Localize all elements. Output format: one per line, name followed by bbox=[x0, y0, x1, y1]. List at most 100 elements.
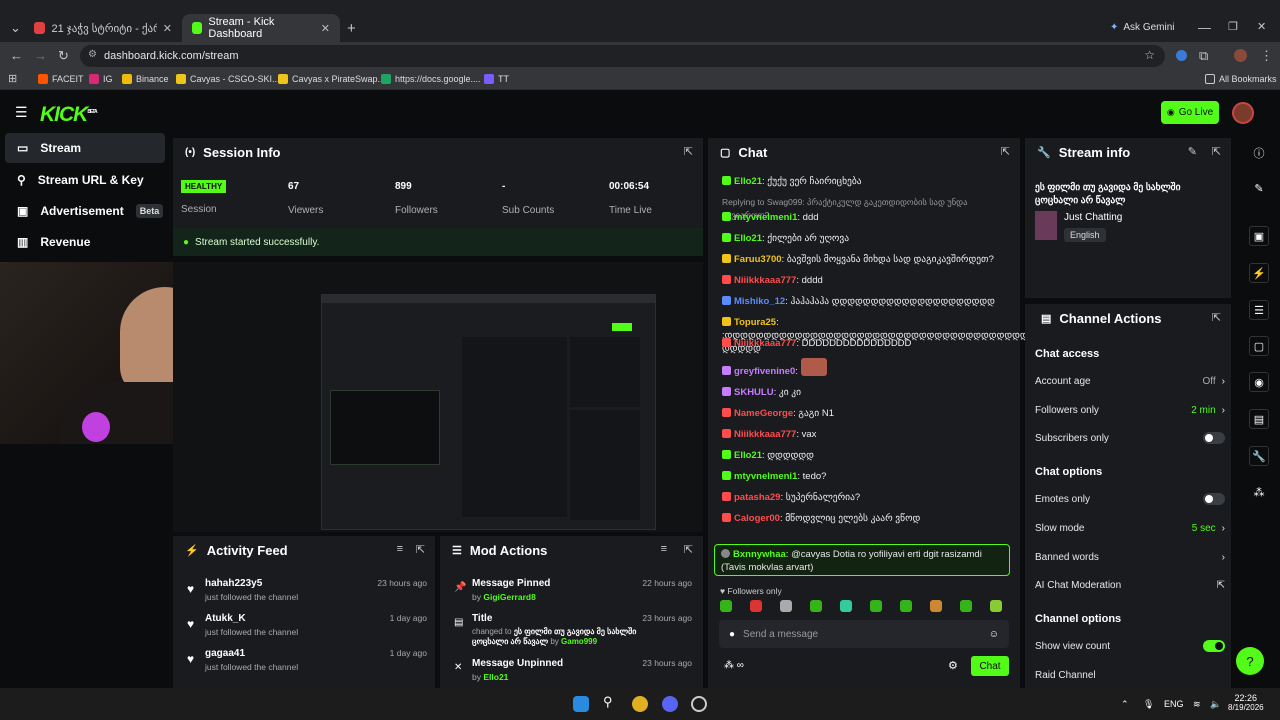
followers-only-row[interactable]: Followers only 2 min › bbox=[1035, 403, 1225, 417]
edit-icon[interactable]: ✎ bbox=[1249, 178, 1269, 198]
slow-mode-row[interactable]: Slow mode 5 sec › bbox=[1035, 521, 1225, 535]
extensions-puzzle-icon[interactable]: ⧉ bbox=[1199, 48, 1208, 64]
maximize-icon[interactable]: ❐ bbox=[1228, 20, 1238, 33]
popout-icon[interactable]: ⇱ bbox=[1212, 145, 1221, 158]
ask-gemini-button[interactable]: ✦ Ask Gemini bbox=[1110, 22, 1175, 33]
banned-words-row[interactable]: Banned words › bbox=[1035, 550, 1225, 564]
chat-username[interactable]: Niiikkkaaa777 bbox=[734, 429, 796, 440]
emote-icon[interactable] bbox=[750, 600, 762, 612]
account-age-row[interactable]: Account age Off › bbox=[1035, 374, 1225, 388]
add-widget-icon[interactable]: ⁂ bbox=[1249, 482, 1269, 502]
bookmark-ig[interactable]: IG bbox=[89, 74, 113, 84]
settings-gear-icon[interactable]: ⚙ bbox=[948, 659, 958, 672]
subscribers-only-toggle[interactable] bbox=[1203, 432, 1225, 444]
sidebar-item-stream[interactable]: ▭ Stream bbox=[5, 133, 165, 163]
bookmark-faceit[interactable]: FACEIT bbox=[38, 74, 84, 84]
bookmark-google-docs[interactable]: https://docs.google.... bbox=[381, 74, 481, 84]
raid-channel-row[interactable]: Raid Channel bbox=[1035, 668, 1225, 682]
emote-icon[interactable] bbox=[990, 600, 1002, 612]
browser-tab-1[interactable]: 21 ჯაჭვ სტრიტი - ქართულ... ✕ bbox=[24, 14, 182, 42]
volume-icon[interactable]: 🔈 bbox=[1210, 699, 1221, 710]
tab-search-icon[interactable]: ⌄ bbox=[10, 20, 21, 36]
edit-pencil-icon[interactable]: ✎ bbox=[1188, 145, 1197, 158]
bookmark-binance[interactable]: Binance bbox=[122, 74, 169, 84]
chat-username[interactable]: patasha29 bbox=[734, 492, 780, 503]
chat-username[interactable]: mtyvnelmeni1 bbox=[734, 471, 797, 482]
chat-username[interactable]: Ello21 bbox=[734, 450, 762, 461]
kick-logo[interactable]: KICKBETA bbox=[40, 103, 98, 127]
microphone-icon[interactable]: 🎙 bbox=[1143, 699, 1154, 710]
sidebar-item-advertisement[interactable]: ▣ Advertisement Beta bbox=[5, 196, 165, 226]
widget-icon[interactable]: ▣ bbox=[1249, 226, 1269, 246]
tray-chevron-icon[interactable]: ⌃ bbox=[1121, 699, 1129, 710]
url-input[interactable]: ⚙ dashboard.kick.com/stream ☆ bbox=[80, 45, 1165, 67]
emote-icon[interactable] bbox=[960, 600, 972, 612]
language-indicator[interactable]: ENG bbox=[1164, 699, 1184, 709]
chat-username[interactable]: Niiikkkaaa777 bbox=[734, 275, 796, 286]
close-icon[interactable]: ✕ bbox=[321, 22, 330, 35]
search-icon[interactable]: ⚲ bbox=[603, 694, 619, 710]
lightning-icon[interactable]: ⚡ bbox=[1249, 263, 1269, 283]
chat-username[interactable]: greyfivenine0 bbox=[734, 366, 795, 377]
wifi-icon[interactable]: ≋ bbox=[1193, 699, 1201, 710]
go-live-button[interactable]: ◉ Go Live bbox=[1161, 101, 1219, 124]
popout-icon[interactable]: ⇱ bbox=[416, 543, 425, 556]
minimize-icon[interactable]: — bbox=[1198, 20, 1211, 35]
clock[interactable]: 22:26 8/19/2026 bbox=[1228, 693, 1264, 712]
forward-icon[interactable]: → bbox=[34, 48, 47, 63]
chat-username[interactable]: Ello21 bbox=[734, 233, 762, 244]
chat-username[interactable]: Topura25 bbox=[734, 317, 776, 328]
bookmark-cavyas-pirate[interactable]: Cavyas x PirateSwap... bbox=[278, 74, 385, 84]
emote-icon[interactable] bbox=[900, 600, 912, 612]
bookmark-cavyas-csgo[interactable]: Cavyas - CSGO-SKI... bbox=[176, 74, 280, 84]
extension-icon[interactable] bbox=[1176, 50, 1187, 61]
emote-icon[interactable] bbox=[870, 600, 882, 612]
chat-username[interactable]: Mishiko_12 bbox=[734, 296, 785, 307]
site-info-icon[interactable]: ⚙ bbox=[88, 49, 97, 60]
windows-start-icon[interactable] bbox=[573, 696, 589, 712]
chat-username[interactable]: Caloger00 bbox=[734, 513, 780, 524]
chat-username[interactable]: Ello21 bbox=[734, 176, 762, 187]
emote-icon[interactable] bbox=[930, 600, 942, 612]
profile-avatar-icon[interactable] bbox=[1234, 49, 1247, 62]
emote-icon[interactable] bbox=[810, 600, 822, 612]
emote-icon[interactable] bbox=[840, 600, 852, 612]
emote-icon[interactable] bbox=[780, 600, 792, 612]
emoji-picker-icon[interactable]: ☺ bbox=[989, 629, 999, 640]
bookmark-tt[interactable]: TT bbox=[484, 74, 509, 84]
chrome-icon[interactable] bbox=[632, 696, 648, 712]
chat-icon[interactable]: ▢ bbox=[1249, 336, 1269, 356]
chat-input[interactable]: ● Send a message ☺ bbox=[719, 620, 1009, 648]
back-icon[interactable]: ← bbox=[10, 48, 23, 63]
new-tab-icon[interactable]: + bbox=[347, 20, 356, 37]
bookmark-star-icon[interactable]: ☆ bbox=[1144, 48, 1155, 62]
list-icon[interactable]: ☰ bbox=[1249, 300, 1269, 320]
popout-icon[interactable]: ⇱ bbox=[1001, 145, 1010, 158]
sidebar-item-revenue[interactable]: ▥ Revenue bbox=[5, 227, 165, 257]
apps-grid-icon[interactable]: ⊞ bbox=[8, 72, 17, 85]
chat-username[interactable]: Faruu3700 bbox=[734, 254, 782, 265]
chat-username[interactable]: SKHULU bbox=[734, 387, 774, 398]
points-icon[interactable]: ⁂ ∞ bbox=[724, 660, 744, 671]
popout-icon[interactable]: ⇱ bbox=[684, 543, 693, 556]
discord-icon[interactable] bbox=[662, 696, 678, 712]
ai-moderation-row[interactable]: AI Chat Moderation ⇱ bbox=[1035, 578, 1225, 592]
send-chat-button[interactable]: Chat bbox=[971, 656, 1009, 676]
wrench-icon[interactable]: 🔧 bbox=[1249, 446, 1269, 466]
popout-icon[interactable]: ⇱ bbox=[684, 145, 693, 158]
emote-icon[interactable] bbox=[720, 600, 732, 612]
filter-icon[interactable]: ≡ bbox=[397, 543, 403, 555]
popout-icon[interactable]: ⇱ bbox=[1212, 311, 1221, 324]
sidebar-item-stream-url[interactable]: ⚲ Stream URL & Key bbox=[5, 165, 165, 195]
menu-dots-icon[interactable]: ⋮ bbox=[1260, 48, 1273, 64]
show-view-count-toggle[interactable] bbox=[1203, 640, 1225, 652]
session-icon[interactable]: ◉ bbox=[1249, 372, 1269, 392]
filter-icon[interactable]: ≡ bbox=[661, 543, 667, 555]
all-bookmarks[interactable]: All Bookmarks bbox=[1205, 74, 1277, 84]
browser-tab-2[interactable]: Stream - Kick Dashboard ✕ bbox=[182, 14, 340, 42]
user-avatar[interactable] bbox=[1232, 102, 1254, 124]
channel-icon[interactable]: ▤ bbox=[1249, 409, 1269, 429]
chat-username[interactable]: mtyvnelmeni1 bbox=[734, 212, 797, 223]
hamburger-menu-icon[interactable]: ☰ bbox=[15, 104, 28, 121]
emotes-only-toggle[interactable] bbox=[1203, 493, 1225, 505]
